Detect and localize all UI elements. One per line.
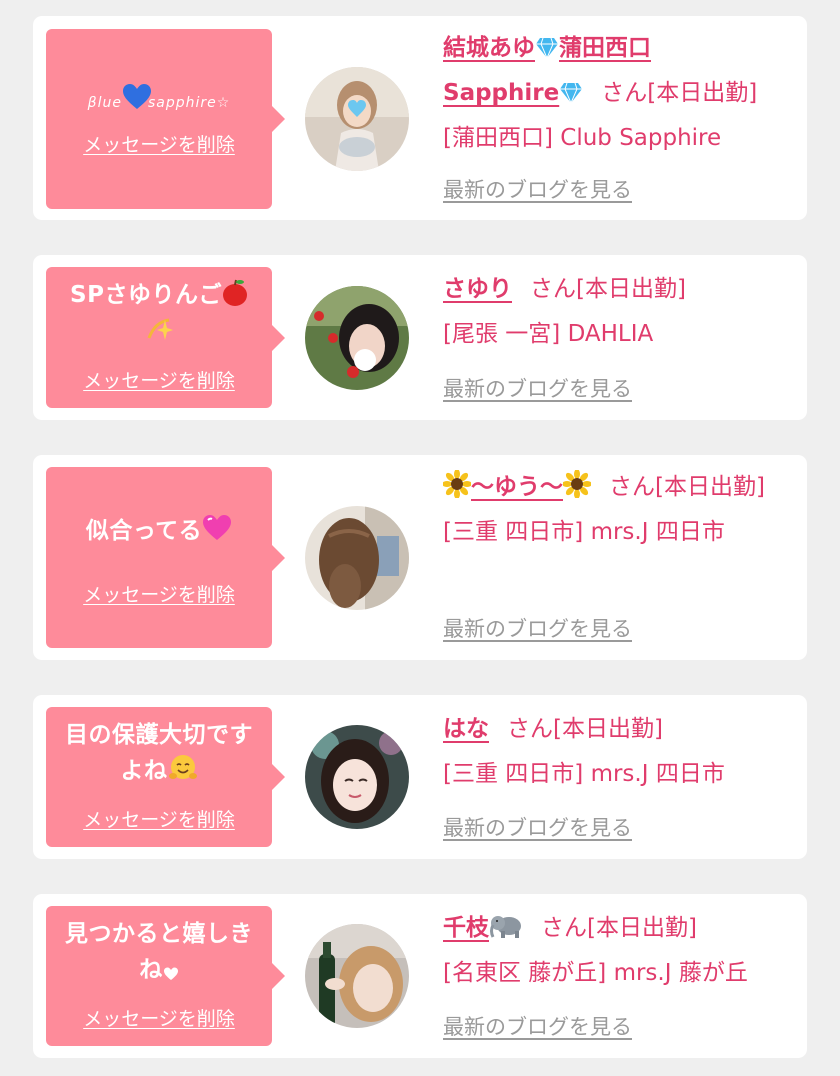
delete-message-link[interactable]: メッセージを削除 <box>46 805 272 832</box>
blue-heart-icon <box>122 83 151 109</box>
latest-blog-link[interactable]: 最新のブログを見る <box>443 613 632 643</box>
pink-heart-icon <box>202 514 232 542</box>
avatar[interactable] <box>305 506 409 610</box>
cast-name-link[interactable]: 〜ゆう〜 <box>443 470 591 500</box>
cast-info: さゆり さん[本日出勤] [尾張 一宮] DAHLIA <box>443 267 799 357</box>
message-card: 似合ってる メッセージを削除 〜ゆう〜 さん[本日出勤] [三重 四日市] mrs… <box>33 455 807 660</box>
cast-name-link[interactable]: さゆり <box>443 276 512 302</box>
attendance-status: さん[本日出勤] <box>541 915 697 941</box>
cast-info: 〜ゆう〜 さん[本日出勤] [三重 四日市] mrs.J 四日市 <box>443 465 799 555</box>
message-bubble: 似合ってる メッセージを削除 <box>46 467 285 648</box>
cast-info: 結城あゆ 蒲田西口 Sapphire さん[本日出勤] [蒲田西口] Club Sa… <box>443 26 799 161</box>
latest-blog-link[interactable]: 最新のブログを見る <box>443 174 632 204</box>
avatar[interactable] <box>305 725 409 829</box>
delete-message-link[interactable]: メッセージを削除 <box>46 580 272 607</box>
cast-info: 千枝 さん[本日出勤] [名東区 藤が丘] mrs.J 藤が丘 <box>443 906 799 996</box>
avatar[interactable] <box>305 924 409 1028</box>
message-text: βlue sapphire☆ <box>46 83 272 121</box>
attendance-status: さん[本日出勤] <box>507 716 663 742</box>
hugging-face-icon <box>168 754 198 782</box>
latest-blog-link[interactable]: 最新のブログを見る <box>443 373 632 403</box>
shop-name: [三重 四日市] mrs.J 四日市 <box>443 519 725 545</box>
message-card: βlue sapphire☆ メッセージを削除 結城あゆ 蒲田西口 Sapphire… <box>33 16 807 220</box>
cast-name-link[interactable]: 結城あゆ 蒲田西口 <box>443 35 651 61</box>
delete-message-link[interactable]: メッセージを削除 <box>46 366 272 393</box>
avatar[interactable] <box>305 286 409 390</box>
message-card: 目の保護大切です よね メッセージを削除 はな さん[本日出勤] [三重 四日市]… <box>33 695 807 859</box>
message-bubble: βlue sapphire☆ メッセージを削除 <box>46 29 285 209</box>
elephant-icon <box>489 913 523 939</box>
message-bubble: 目の保護大切です よね メッセージを削除 <box>46 707 285 847</box>
dizzy-icon <box>145 316 173 342</box>
shop-name: [蒲田西口] Club Sapphire <box>443 125 722 151</box>
message-card: SPさゆりんご メッセージを削除 さゆり さん[本日出勤] [尾張 一宮] DAH… <box>33 255 807 420</box>
small-heart-icon <box>163 967 179 981</box>
gem-icon <box>559 82 583 104</box>
gem-icon <box>535 37 559 59</box>
attendance-status: さん[本日出勤] <box>601 80 758 106</box>
message-card: 見つかると嬉しき ね メッセージを削除 千枝 さん[本日出勤] [名東区 藤が丘]… <box>33 894 807 1058</box>
message-text: 目の保護大切です よね <box>65 722 253 784</box>
delete-message-link[interactable]: メッセージを削除 <box>46 130 272 157</box>
sunflower-icon <box>443 470 471 498</box>
message-bubble: SPさゆりんご メッセージを削除 <box>46 267 285 408</box>
attendance-status: さん[本日出勤] <box>530 276 686 302</box>
sunflower-icon <box>563 470 591 498</box>
cast-name-link[interactable]: はな <box>443 716 489 742</box>
message-text: 見つかると嬉しき ね <box>65 921 253 983</box>
apple-icon <box>222 278 248 306</box>
cast-name-link-cont[interactable]: Sapphire <box>443 80 583 106</box>
shop-name: [三重 四日市] mrs.J 四日市 <box>443 761 725 787</box>
cast-info: はな さん[本日出勤] [三重 四日市] mrs.J 四日市 <box>443 707 799 797</box>
message-text: 似合ってる <box>46 513 272 549</box>
cast-name-link[interactable]: 千枝 <box>443 915 523 941</box>
delete-message-link[interactable]: メッセージを削除 <box>46 1004 272 1031</box>
attendance-status: さん[本日出勤] <box>609 474 765 500</box>
message-text: SPさゆりんご <box>46 277 272 349</box>
avatar[interactable] <box>305 67 409 171</box>
latest-blog-link[interactable]: 最新のブログを見る <box>443 1011 632 1041</box>
shop-name: [名東区 藤が丘] mrs.J 藤が丘 <box>443 960 748 986</box>
shop-name: [尾張 一宮] DAHLIA <box>443 321 654 347</box>
message-bubble: 見つかると嬉しき ね メッセージを削除 <box>46 906 285 1046</box>
latest-blog-link[interactable]: 最新のブログを見る <box>443 812 632 842</box>
